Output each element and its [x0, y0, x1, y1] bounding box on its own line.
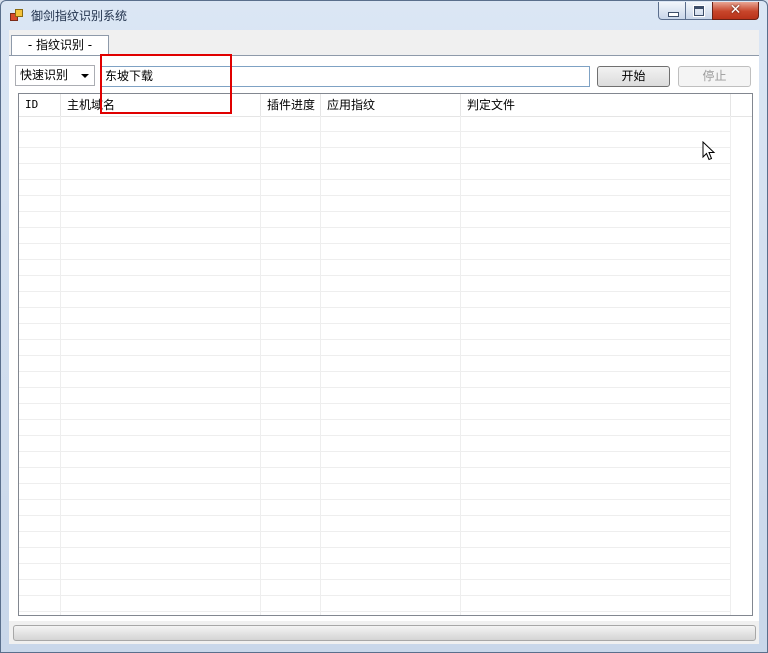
table-row [19, 452, 730, 468]
client-area: - 指纹识别 - 快速识别 东坡下载 开始 停止 ID 主机域名 插件进度 应用… [9, 30, 759, 644]
results-table[interactable]: ID 主机域名 插件进度 应用指纹 判定文件 [18, 93, 753, 616]
table-row [19, 468, 730, 484]
mouse-cursor-icon [702, 141, 716, 161]
mode-select[interactable]: 快速识别 [15, 65, 95, 86]
maximize-button[interactable] [685, 2, 713, 20]
title-bar[interactable]: 御剑指纹识别系统 ✕ [1, 1, 767, 29]
table-row [19, 388, 730, 404]
minimize-button[interactable] [658, 2, 686, 20]
column-header-progress[interactable]: 插件进度 [261, 94, 321, 116]
close-button[interactable]: ✕ [712, 2, 759, 20]
table-row [19, 260, 730, 276]
table-row [19, 436, 730, 452]
table-row [19, 164, 730, 180]
highlight-annotation [100, 54, 232, 114]
app-icon [10, 9, 23, 21]
window-title: 御剑指纹识别系统 [31, 9, 128, 23]
table-row [19, 340, 730, 356]
table-row [19, 516, 730, 532]
table-row [19, 404, 730, 420]
table-row [19, 244, 730, 260]
table-row [19, 276, 730, 292]
table-row [19, 548, 730, 564]
table-row [19, 132, 730, 148]
column-header-id[interactable]: ID [19, 94, 61, 116]
table-row [19, 356, 730, 372]
table-row [19, 596, 730, 612]
table-row [19, 180, 730, 196]
table-row [19, 308, 730, 324]
column-header-file[interactable]: 判定文件 [461, 94, 731, 116]
table-row [19, 564, 730, 580]
tab-page: 快速识别 东坡下载 开始 停止 ID 主机域名 插件进度 应用指纹 判定文件 [9, 55, 759, 621]
table-row [19, 196, 730, 212]
stop-button[interactable]: 停止 [678, 66, 751, 87]
table-row [19, 228, 730, 244]
minimize-icon [668, 12, 679, 17]
table-row [19, 212, 730, 228]
close-icon: ✕ [729, 2, 742, 18]
progress-bar [13, 625, 756, 641]
maximize-icon [693, 5, 705, 17]
table-row [19, 324, 730, 340]
start-button[interactable]: 开始 [597, 66, 670, 87]
mode-select-value: 快速识别 [20, 68, 69, 82]
table-row [19, 580, 730, 596]
table-body [19, 116, 752, 615]
table-row [19, 532, 730, 548]
table-row [19, 148, 730, 164]
table-row [19, 292, 730, 308]
table-row [19, 484, 730, 500]
tab-fingerprint[interactable]: - 指纹识别 - [11, 35, 109, 56]
table-row [19, 372, 730, 388]
column-header-fingerprint[interactable]: 应用指纹 [321, 94, 461, 116]
table-row [19, 116, 730, 132]
table-row [19, 500, 730, 516]
table-row [19, 420, 730, 436]
chevron-down-icon [81, 74, 89, 78]
